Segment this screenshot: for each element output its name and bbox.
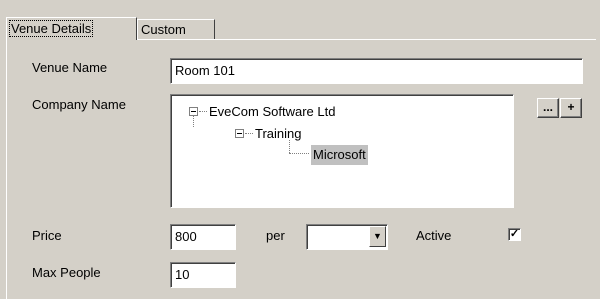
- tab-venue-details[interactable]: Venue Details: [6, 17, 137, 40]
- tree-connector: [245, 133, 253, 134]
- max-people-input[interactable]: 10: [170, 262, 236, 288]
- price-input[interactable]: 800: [170, 224, 236, 250]
- collapse-icon[interactable]: [235, 129, 244, 138]
- browse-button[interactable]: ...: [537, 98, 559, 118]
- venue-name-input[interactable]: Room 101: [170, 58, 583, 84]
- per-select[interactable]: ▼: [306, 224, 388, 250]
- active-checkbox[interactable]: ✓: [508, 228, 521, 241]
- max-people-label: Max People: [32, 265, 101, 280]
- tab-venue-details-label: Venue Details: [8, 20, 94, 37]
- tree-connector: [199, 111, 207, 112]
- tree-connector: [193, 116, 194, 127]
- dropdown-arrow-icon[interactable]: ▼: [369, 226, 386, 247]
- company-tree[interactable]: EveCom Software Ltd Training Microsoft: [170, 94, 514, 208]
- tree-node-grandchild[interactable]: Microsoft: [311, 145, 368, 165]
- tab-custom[interactable]: Custom: [137, 19, 215, 39]
- add-button[interactable]: +: [560, 98, 582, 118]
- tree-node-root[interactable]: EveCom Software Ltd: [209, 102, 335, 122]
- tree-connector: [289, 140, 290, 153]
- per-label: per: [266, 228, 285, 243]
- tree-connector: [289, 153, 309, 154]
- tree-node-child[interactable]: Training: [255, 124, 301, 144]
- tab-custom-label: Custom: [141, 22, 186, 37]
- collapse-icon[interactable]: [189, 107, 198, 116]
- active-label: Active: [416, 228, 452, 243]
- price-label: Price: [32, 228, 62, 243]
- company-name-label: Company Name: [32, 97, 126, 112]
- venue-name-label: Venue Name: [32, 60, 108, 75]
- tab-bar: Venue Details Custom: [6, 17, 596, 40]
